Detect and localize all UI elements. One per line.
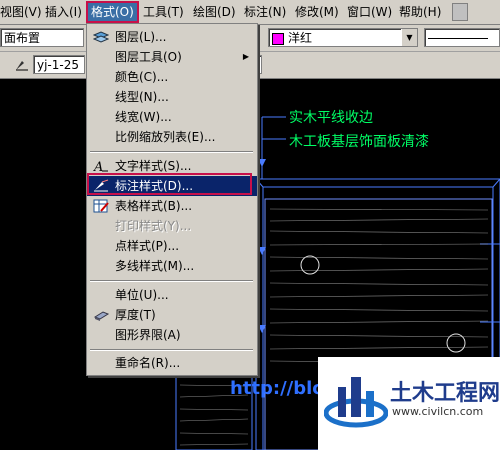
menu-tools[interactable]: 工具(T) — [143, 3, 184, 21]
color-combo-value: 洋红 — [288, 31, 313, 45]
logo-url: www.civilcn.com — [392, 405, 484, 418]
menu-item-label: 重命名(R)... — [115, 356, 181, 370]
menu-item-label: 颜色(C)... — [115, 70, 169, 84]
layers-icon — [92, 30, 110, 44]
menu-item-label: 图形界限(A) — [115, 328, 181, 342]
cad-note-trim: 实木平线收边 — [289, 110, 373, 126]
menu-format[interactable]: 格式(O) — [86, 1, 139, 23]
menu-draw[interactable]: 绘图(D) — [193, 3, 236, 21]
menu-separator — [90, 151, 253, 153]
menu-insert[interactable]: 插入(I) — [45, 3, 82, 21]
menu-item-label: 图层(L)... — [115, 30, 167, 44]
linetype-preview — [428, 38, 488, 39]
menu-modify[interactable]: 修改(M) — [295, 3, 339, 21]
menu-dimension[interactable]: 标注(N) — [244, 3, 286, 21]
format-menu: 图层(L)... 图层工具(O) ▶ 颜色(C)... 线型(N)... 线宽(… — [86, 23, 258, 376]
menu-item-color[interactable]: 颜色(C)... — [87, 67, 257, 87]
linetype-combo[interactable] — [424, 28, 500, 47]
menu-separator — [90, 280, 253, 282]
chevron-down-icon[interactable]: ▼ — [401, 29, 417, 46]
submenu-arrow-icon: ▶ — [242, 52, 249, 61]
menu-item-label: 打印样式(Y)... — [115, 219, 192, 233]
toolbar-grip — [452, 3, 468, 21]
menu-item-label: 线型(N)... — [115, 90, 169, 104]
layout-combo-value: 面布置 — [4, 31, 41, 45]
menu-item-label: 线宽(W)... — [115, 110, 172, 124]
menu-separator — [90, 349, 253, 351]
menu-view[interactable]: 视图(V) — [0, 3, 42, 21]
menu-item-label: 多线样式(M)... — [115, 259, 195, 273]
menu-item-units[interactable]: 单位(U)... — [87, 285, 257, 305]
menu-help[interactable]: 帮助(H) — [399, 3, 441, 21]
menu-item-label: 点样式(P)... — [115, 239, 180, 253]
menu-item-linetype[interactable]: 线型(N)... — [87, 87, 257, 107]
menu-item-label: 比例缩放列表(E)... — [115, 130, 216, 144]
dim-style-icon[interactable] — [14, 57, 30, 73]
table-style-icon — [93, 199, 109, 213]
menu-item-lineweight[interactable]: 线宽(W)... — [87, 107, 257, 127]
logo-name: 土木工程网 — [390, 381, 500, 406]
menu-item-thickness[interactable]: 厚度(T) — [87, 305, 257, 325]
menu-item-label: 图层工具(O) — [115, 50, 182, 64]
svg-text:A: A — [93, 160, 103, 173]
site-logo: 土木工程网 www.civilcn.com — [318, 357, 500, 450]
logo-emblem-icon — [324, 377, 388, 428]
text-style-icon: A — [93, 159, 109, 175]
menu-item-mline-style[interactable]: 多线样式(M)... — [87, 256, 257, 276]
menubar: 视图(V) 插入(I) 格式(O) 工具(T) 绘图(D) 标注(N) 修改(M… — [0, 0, 500, 25]
color-swatch — [272, 32, 284, 45]
highlight-box — [87, 173, 252, 195]
menu-item-rename[interactable]: 重命名(R)... — [87, 353, 257, 373]
menu-item-layer-tools[interactable]: 图层工具(O) ▶ — [87, 47, 257, 67]
watermark-url: http://blo — [230, 378, 325, 399]
menu-item-layer[interactable]: 图层(L)... — [87, 27, 257, 47]
dimstyle-combo[interactable]: yj-1-25 — [33, 55, 85, 74]
menu-item-drawing-limits[interactable]: 图形界限(A) — [87, 325, 257, 345]
menu-item-plot-style: 打印样式(Y)... — [87, 216, 257, 236]
menu-item-scale-list[interactable]: 比例缩放列表(E)... — [87, 127, 257, 147]
menu-item-label: 厚度(T) — [115, 308, 156, 322]
layout-combo[interactable]: 面布置 — [0, 28, 84, 47]
menu-item-label: 单位(U)... — [115, 288, 169, 302]
dimstyle-combo-value: yj-1-25 — [37, 58, 79, 72]
color-combo[interactable]: 洋红 ▼ — [268, 28, 418, 47]
menu-item-point-style[interactable]: 点样式(P)... — [87, 236, 257, 256]
menu-window[interactable]: 窗口(W) — [347, 3, 392, 21]
menu-item-table-style[interactable]: 表格样式(B)... — [87, 196, 257, 216]
cad-note-veneer: 木工板基层饰面板清漆 — [289, 134, 429, 150]
thickness-icon — [93, 308, 110, 322]
menu-item-label: 表格样式(B)... — [115, 199, 193, 213]
